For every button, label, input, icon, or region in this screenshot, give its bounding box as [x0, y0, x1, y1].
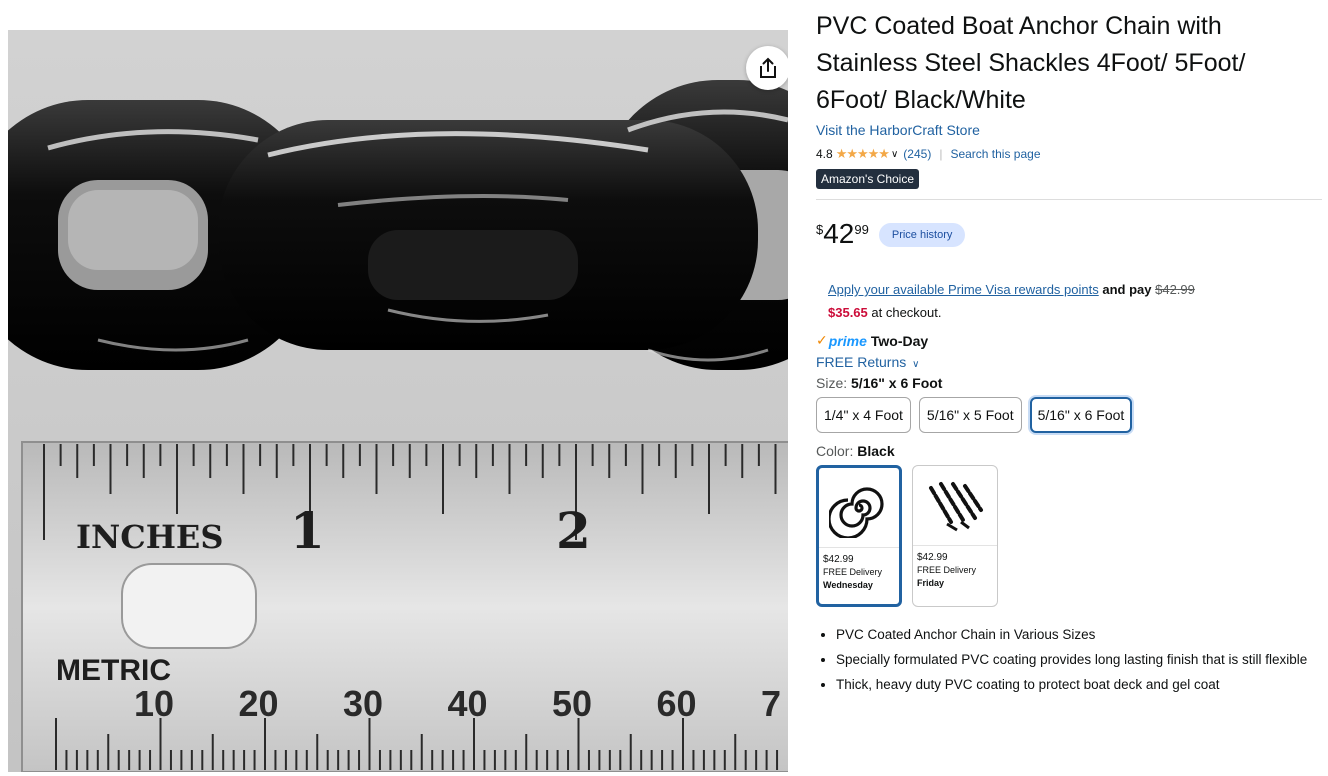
price-whole: 42	[823, 218, 855, 249]
size-selected-value: 5/16" x 6 Foot	[851, 375, 943, 391]
color-option-day: Friday	[917, 578, 945, 588]
free-returns-label: FREE Returns	[816, 354, 907, 370]
prime-delivery-row: ✓ prime Two-Day	[816, 332, 1322, 349]
feature-bullets: PVC Coated Anchor Chain in Various Sizes…	[816, 623, 1322, 697]
ruler-inch-number: 1	[290, 501, 325, 560]
price-fraction: 99	[854, 222, 869, 237]
color-option-info: $42.99 FREE Delivery Wednesday	[819, 548, 899, 597]
price-row: $ 42 99 Price history	[816, 220, 1322, 254]
color-option-day: Wednesday	[823, 580, 873, 590]
product-image[interactable]: INCHES 1 2 METRIC 10 20 30 40 50 60 7	[8, 30, 788, 772]
ruler-inches-label: INCHES	[76, 518, 223, 556]
ruler-metric-number: 50	[552, 683, 592, 724]
feature-bullet: PVC Coated Anchor Chain in Various Sizes	[836, 623, 1322, 647]
color-label-text: Color:	[816, 443, 854, 459]
product-title: PVC Coated Boat Anchor Chain with Stainl…	[816, 12, 1246, 114]
price-symbol: $	[816, 222, 824, 237]
chain-ruler-photo: INCHES 1 2 METRIC 10 20 30 40 50 60 7	[8, 30, 788, 772]
color-option-price: $42.99	[823, 554, 854, 565]
share-button[interactable]	[746, 46, 788, 90]
color-label: Color: Black	[816, 443, 1322, 459]
free-returns-link[interactable]: FREE Returns ∨	[816, 354, 1322, 370]
color-option-white[interactable]: $42.99 FREE Delivery Friday	[912, 465, 998, 607]
prime-visa-link[interactable]: Apply your available Prime Visa rewards …	[828, 282, 1099, 297]
black-chain-thumbnail	[819, 468, 899, 548]
ruler-metric-number: 60	[657, 683, 697, 724]
white-chain-thumbnail	[913, 466, 997, 546]
color-selected-value: Black	[857, 443, 895, 459]
rating-row: 4.8 ★★★★★ ∨ (245) | Search this page	[816, 145, 1322, 163]
star-rating-icon[interactable]: ★★★★★	[836, 146, 890, 162]
color-option-delivery: FREE Delivery	[823, 567, 883, 577]
size-option[interactable]: 1/4" x 4 Foot	[816, 397, 911, 433]
prime-check-icon: ✓	[816, 332, 828, 348]
color-option-delivery: FREE Delivery	[917, 565, 977, 575]
color-option-black[interactable]: $42.99 FREE Delivery Wednesday	[816, 465, 902, 607]
coiled-chain-icon	[829, 486, 884, 538]
chevron-down-icon[interactable]: ∨	[891, 149, 898, 160]
size-option-selected[interactable]: 5/16" x 6 Foot	[1029, 397, 1133, 433]
chain	[8, 80, 788, 370]
ruler-metric-number: 30	[343, 683, 383, 724]
store-link[interactable]: Visit the HarborCraft Store	[816, 122, 1322, 138]
search-page-link[interactable]: Search this page	[950, 147, 1040, 161]
share-icon	[760, 57, 776, 78]
promo-suffix: at checkout.	[871, 305, 942, 320]
ruler-inch-number: 2	[556, 501, 591, 560]
chain-bundle-icon	[929, 481, 983, 531]
prime-logo: prime	[828, 332, 867, 349]
ruler: INCHES 1 2 METRIC 10 20 30 40 50 60 7	[21, 441, 788, 772]
color-options: $42.99 FREE Delivery Wednesday $42.99 FR…	[816, 465, 1322, 607]
review-count-link[interactable]: (245)	[903, 147, 931, 161]
rating-value: 4.8	[816, 147, 833, 161]
ruler-metric-number: 10	[134, 683, 174, 724]
discounted-price: $35.65	[828, 305, 868, 320]
promo-and-pay: and pay	[1102, 282, 1152, 297]
ruler-hole	[121, 563, 257, 649]
ruler-metric-number: 20	[239, 683, 279, 724]
section-divider	[816, 199, 1322, 200]
prime-visa-promo: Apply your available Prime Visa rewards …	[816, 278, 1322, 324]
color-option-info: $42.99 FREE Delivery Friday	[913, 546, 997, 595]
ruler-metric-number: 40	[448, 683, 488, 724]
ruler-metric-number: 7	[761, 683, 781, 724]
divider: |	[939, 147, 943, 161]
chevron-down-icon: ∨	[912, 359, 920, 370]
amazons-choice-badge: Amazon's Choice	[816, 169, 919, 189]
delivery-speed: Two-Day	[870, 332, 929, 349]
original-price: $42.99	[1155, 282, 1195, 297]
size-label-text: Size:	[816, 375, 848, 391]
size-option[interactable]: 5/16" x 5 Foot	[918, 397, 1022, 433]
size-label: Size: 5/16" x 6 Foot	[816, 375, 1322, 391]
feature-bullet: Specially formulated PVC coating provide…	[836, 648, 1322, 672]
size-options: 1/4" x 4 Foot 5/16" x 5 Foot 5/16" x 6 F…	[816, 397, 1322, 433]
price-history-button[interactable]: Price history	[878, 223, 966, 247]
product-details: PVC Coated Boat Anchor Chain with Stainl…	[816, 8, 1322, 698]
color-option-price: $42.99	[917, 552, 948, 563]
feature-bullet: Thick, heavy duty PVC coating to protect…	[836, 673, 1322, 697]
